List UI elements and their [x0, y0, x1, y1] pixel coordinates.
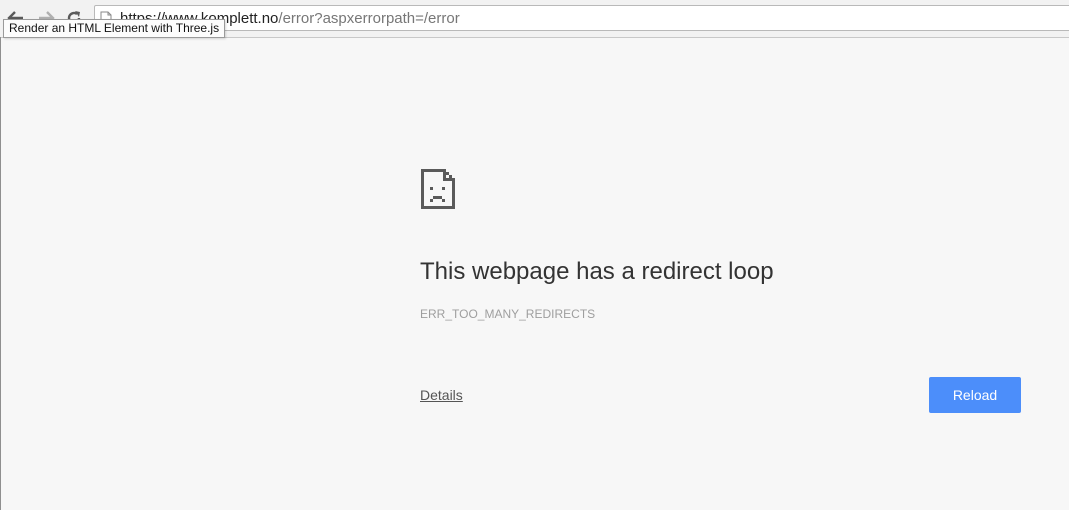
address-bar[interactable]: https://www.komplett.no/error?aspxerrorp…: [94, 5, 1069, 31]
reload-button[interactable]: Reload: [929, 377, 1021, 413]
window-edge: [0, 37, 1, 510]
error-title: This webpage has a redirect loop: [420, 258, 774, 285]
error-code: ERR_TOO_MANY_REDIRECTS: [420, 307, 596, 321]
tooltip: Render an HTML Element with Three.js: [3, 19, 226, 38]
url-path: /error?aspxerrorpath=/error: [278, 10, 460, 27]
sad-page-icon: [421, 169, 455, 209]
details-link[interactable]: Details: [420, 387, 463, 403]
browser-toolbar: https://www.komplett.no/error?aspxerrorp…: [0, 0, 1069, 38]
